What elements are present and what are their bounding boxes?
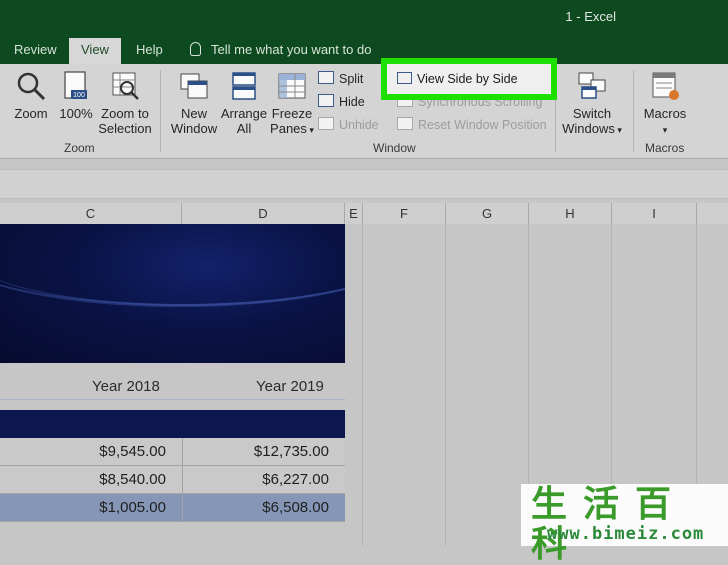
switch-windows-line1: Switch <box>572 106 612 121</box>
hide-icon <box>318 94 334 107</box>
arrange-all-line1: Arrange <box>220 106 268 121</box>
dropdown-arrow-icon: ▾ <box>306 125 314 135</box>
view-side-by-side-label: View Side by Side <box>417 72 518 86</box>
tell-me-text: Tell me what you want to do <box>211 42 372 57</box>
macros-icon <box>652 72 679 100</box>
freeze-panes-line2: Panes <box>270 121 307 136</box>
zoom-to-selection-line2: Selection <box>98 121 152 136</box>
switch-windows-icon <box>578 72 606 99</box>
zoom-100-label: 100% <box>59 106 93 121</box>
tab-review[interactable]: Review <box>14 38 57 64</box>
page-100-icon: 100 <box>64 71 87 99</box>
reset-window-icon <box>397 117 413 130</box>
ribbon: Zoom 100 100% Zoom to Selection Zoom New… <box>0 64 728 159</box>
formula-bar[interactable] <box>0 169 728 199</box>
reset-window-position-button[interactable]: Reset Window Position <box>397 116 547 134</box>
watermark-url: www.bimeiz.com <box>547 524 705 544</box>
header-year-2018: Year 2018 <box>92 378 160 395</box>
table-row[interactable]: $9,545.00 $12,735.00 <box>0 438 345 466</box>
arrange-all-button[interactable]: Arrange All <box>220 70 268 136</box>
view-side-by-side-highlight: View Side by Side <box>381 58 557 100</box>
dropdown-arrow-icon: ▾ <box>614 125 622 135</box>
magnifier-icon <box>17 72 46 101</box>
watermark: 生活百科 www.bimeiz.com <box>521 484 728 565</box>
group-divider <box>633 70 634 152</box>
switch-windows-line2: Windows <box>562 121 615 136</box>
macros-group-label: Macros <box>645 141 685 155</box>
new-window-line2: Window <box>170 121 218 136</box>
column-header-e[interactable]: E <box>345 203 363 224</box>
column-header-h[interactable]: H <box>529 203 612 224</box>
arrange-all-line2: All <box>236 121 252 136</box>
arrange-all-icon <box>232 72 256 100</box>
hide-label: Hide <box>339 95 365 109</box>
zoom-100-button[interactable]: 100 100% <box>58 70 94 121</box>
switch-windows-button[interactable]: Switch Windows ▾ <box>561 70 623 138</box>
header-year-2019: Year 2019 <box>256 378 324 395</box>
svg-text:100: 100 <box>73 92 85 99</box>
new-window-line1: New <box>180 106 207 121</box>
divider <box>0 399 345 400</box>
table-row-selected[interactable]: $1,005.00 $6,508.00 <box>0 494 345 522</box>
cell-c[interactable]: $9,545.00 <box>0 438 166 466</box>
table-header-band <box>0 410 345 438</box>
window-title: 1 - Excel <box>565 9 616 24</box>
dropdown-arrow-icon: ▾ <box>662 125 668 135</box>
window-group-label: Window <box>373 141 416 155</box>
reset-window-position-label: Reset Window Position <box>418 118 547 132</box>
freeze-panes-button[interactable]: Freeze Panes ▾ <box>268 70 316 138</box>
title-bar: 1 - Excel <box>0 0 728 38</box>
cell-c[interactable]: $1,005.00 <box>0 494 166 522</box>
table-row[interactable]: $8,540.00 $6,227.00 <box>0 466 345 494</box>
side-by-side-icon <box>397 72 412 84</box>
cell-d[interactable]: $6,227.00 <box>182 466 329 494</box>
cell-c[interactable]: $8,540.00 <box>0 466 166 494</box>
column-header-c[interactable]: C <box>0 203 182 224</box>
group-divider <box>160 70 161 152</box>
zoom-button[interactable]: Zoom <box>12 70 50 121</box>
column-header-g[interactable]: G <box>446 203 529 224</box>
split-label: Split <box>339 72 364 86</box>
unhide-button[interactable]: Unhide <box>318 116 379 134</box>
zoom-to-selection-line1: Zoom to <box>101 106 149 121</box>
unhide-icon <box>318 117 334 130</box>
hide-button[interactable]: Hide <box>318 93 365 111</box>
new-window-button[interactable]: New Window <box>170 70 218 136</box>
tab-view[interactable]: View <box>69 38 121 64</box>
cell-d[interactable]: $12,735.00 <box>182 438 329 466</box>
freeze-panes-icon <box>278 73 306 99</box>
column-header-f[interactable]: F <box>363 203 446 224</box>
banner-image <box>0 224 345 363</box>
view-side-by-side-button[interactable]: View Side by Side <box>397 71 518 87</box>
split-button[interactable]: Split <box>318 70 363 88</box>
tab-help[interactable]: Help <box>136 38 163 64</box>
freeze-panes-line1: Freeze <box>271 106 313 121</box>
macros-label: Macros <box>643 106 687 121</box>
lightbulb-icon <box>190 42 201 56</box>
zoom-label: Zoom <box>14 106 48 121</box>
column-header-i[interactable]: I <box>612 203 697 224</box>
ribbon-tabs: Review View Help Tell me what you want t… <box>0 38 728 64</box>
new-window-icon <box>180 73 208 99</box>
zoom-to-selection-button[interactable]: Zoom to Selection <box>98 70 152 136</box>
column-headers: C D E F G H I <box>0 203 728 225</box>
zoom-group-label: Zoom <box>64 141 95 155</box>
unhide-label: Unhide <box>339 118 379 132</box>
tell-me-box[interactable]: Tell me what you want to do <box>190 38 371 64</box>
column-header-d[interactable]: D <box>182 203 345 224</box>
zoom-selection-icon <box>112 72 139 100</box>
split-icon <box>318 71 334 84</box>
macros-button[interactable]: Macros ▾ <box>640 70 690 138</box>
cell-d[interactable]: $6,508.00 <box>182 494 329 522</box>
